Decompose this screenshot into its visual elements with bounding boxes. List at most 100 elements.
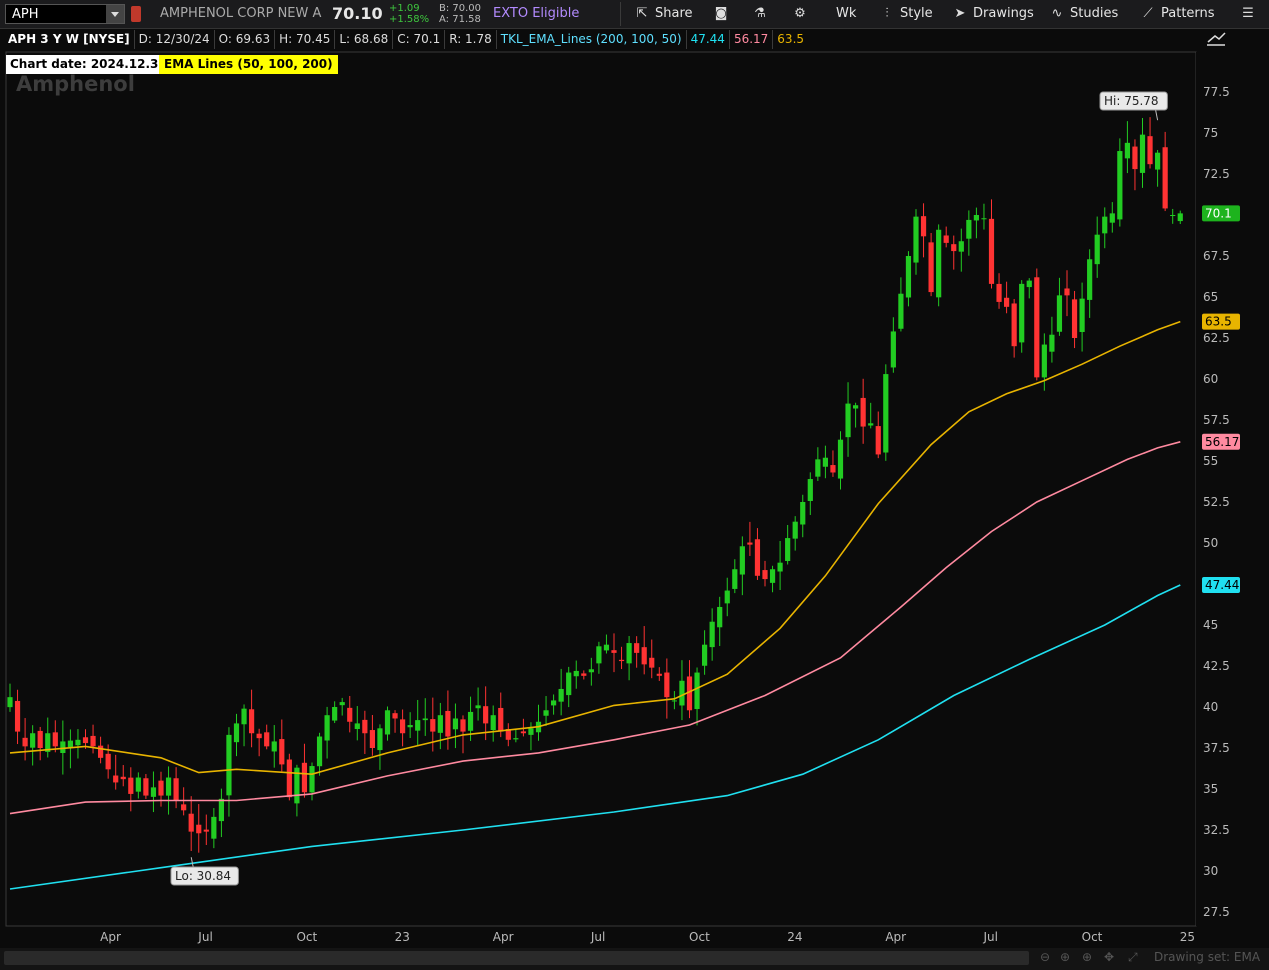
status-symbol: APH 3 Y W [NYSE]	[4, 30, 135, 49]
candle-body	[279, 739, 285, 765]
crosshair-icon[interactable]: ⊕	[1060, 950, 1070, 964]
candle-body	[264, 732, 270, 747]
candle-body	[173, 778, 179, 801]
candle-body	[1034, 277, 1040, 378]
zoom-out-icon[interactable]: ⊖	[1040, 950, 1050, 964]
reset-icon[interactable]: ⤢	[1128, 950, 1138, 965]
candle-body	[520, 731, 526, 734]
candle-body	[452, 718, 459, 730]
candle-body	[135, 777, 141, 792]
candle-body	[354, 723, 360, 730]
candle-body	[754, 539, 761, 576]
candle-body	[596, 646, 602, 664]
candle-body	[316, 736, 323, 767]
status-indicator[interactable]: TKL_EMA_Lines (200, 100, 50)	[497, 30, 687, 49]
status-ema50: 63.5	[777, 32, 805, 46]
candle-body	[830, 465, 836, 473]
candle-body	[301, 762, 308, 793]
candle-body	[860, 397, 866, 427]
candle-body	[188, 813, 194, 832]
candle-body	[769, 569, 776, 583]
pan-icon[interactable]: ✥	[1104, 950, 1114, 964]
y-tick-label: 27.5	[1203, 905, 1230, 919]
candle-body	[377, 728, 383, 751]
candle-body	[1004, 297, 1010, 307]
candle-body	[1102, 216, 1108, 234]
candle-body	[75, 739, 81, 746]
company-watermark: Amphenol	[16, 72, 135, 96]
y-tick-label: 55	[1203, 454, 1218, 468]
candle-body	[98, 745, 104, 758]
candle-body	[815, 459, 821, 477]
candle-body	[60, 741, 66, 754]
candle-body	[324, 715, 330, 741]
candle-body	[196, 824, 202, 834]
candle-body	[165, 777, 172, 796]
candle-body	[362, 719, 368, 734]
candle-body	[1019, 283, 1025, 343]
candle-body	[837, 439, 844, 479]
time-scrollbar[interactable]	[4, 951, 1029, 965]
candle-body	[709, 621, 715, 648]
candle-body	[90, 735, 96, 747]
ema50-badge: 63.5	[1205, 315, 1232, 329]
status-high: H: 70.45	[275, 30, 336, 49]
candle-body	[128, 777, 134, 794]
candle-body	[1109, 213, 1115, 223]
x-tick-label: 25	[1180, 930, 1195, 944]
candle-body	[845, 403, 851, 438]
y-tick-label: 50	[1203, 536, 1218, 550]
candle-body	[1049, 334, 1055, 352]
candle-body	[581, 673, 587, 676]
candle-body	[483, 706, 489, 724]
drawing-set-label[interactable]: Drawing set: EMA	[1154, 950, 1260, 964]
x-tick-label: Oct	[296, 930, 317, 944]
candle-body	[739, 546, 745, 575]
candle-body	[498, 707, 504, 732]
candle-body	[105, 753, 111, 770]
candle-body	[113, 775, 119, 783]
candle-body	[747, 542, 753, 545]
candle-body	[37, 730, 43, 748]
zoom-in-icon[interactable]: ⊕	[1082, 950, 1092, 964]
candle-body	[988, 218, 995, 284]
candle-body	[951, 244, 957, 252]
last-price-badge: 70.1	[1205, 206, 1232, 220]
candle-body	[996, 283, 1002, 302]
candle-body	[656, 673, 662, 676]
collapse-icon[interactable]	[1205, 30, 1227, 48]
ema100-badge: 56.17	[1205, 435, 1239, 449]
y-tick-label: 65	[1203, 290, 1218, 304]
candle-body	[241, 708, 247, 725]
candle-body	[853, 405, 859, 409]
y-tick-label: 77.5	[1203, 85, 1230, 99]
candle-body	[566, 672, 572, 696]
status-open: O: 69.63	[215, 30, 276, 49]
candle-body	[732, 569, 738, 589]
y-tick-label: 75	[1203, 126, 1218, 140]
candle-body	[822, 457, 828, 467]
candle-body	[724, 590, 730, 604]
candle-body	[664, 672, 670, 698]
y-tick-label: 62.5	[1203, 331, 1230, 345]
candle-body	[785, 538, 791, 561]
ema-lines-label: EMA Lines (50, 100, 200)	[159, 55, 338, 74]
candle-body	[890, 331, 896, 368]
candle-body	[513, 738, 519, 740]
candle-body	[694, 672, 700, 710]
candle-body	[82, 737, 89, 744]
candle-body	[52, 732, 58, 747]
status-date: D: 12/30/24	[135, 30, 215, 49]
x-tick-label: Jul	[197, 930, 212, 944]
price-chart[interactable]: 27.53032.53537.54042.54547.55052.55557.5…	[0, 0, 1269, 948]
candle-body	[1155, 152, 1161, 170]
candle-body	[1079, 298, 1085, 333]
candle-body	[1177, 213, 1183, 222]
candle-body	[928, 242, 934, 293]
candle-body	[528, 728, 534, 735]
candle-body	[150, 787, 157, 797]
candle-body	[920, 216, 927, 237]
candle-body	[1139, 134, 1146, 173]
candle-body	[1162, 147, 1168, 209]
candle-body	[905, 256, 912, 298]
